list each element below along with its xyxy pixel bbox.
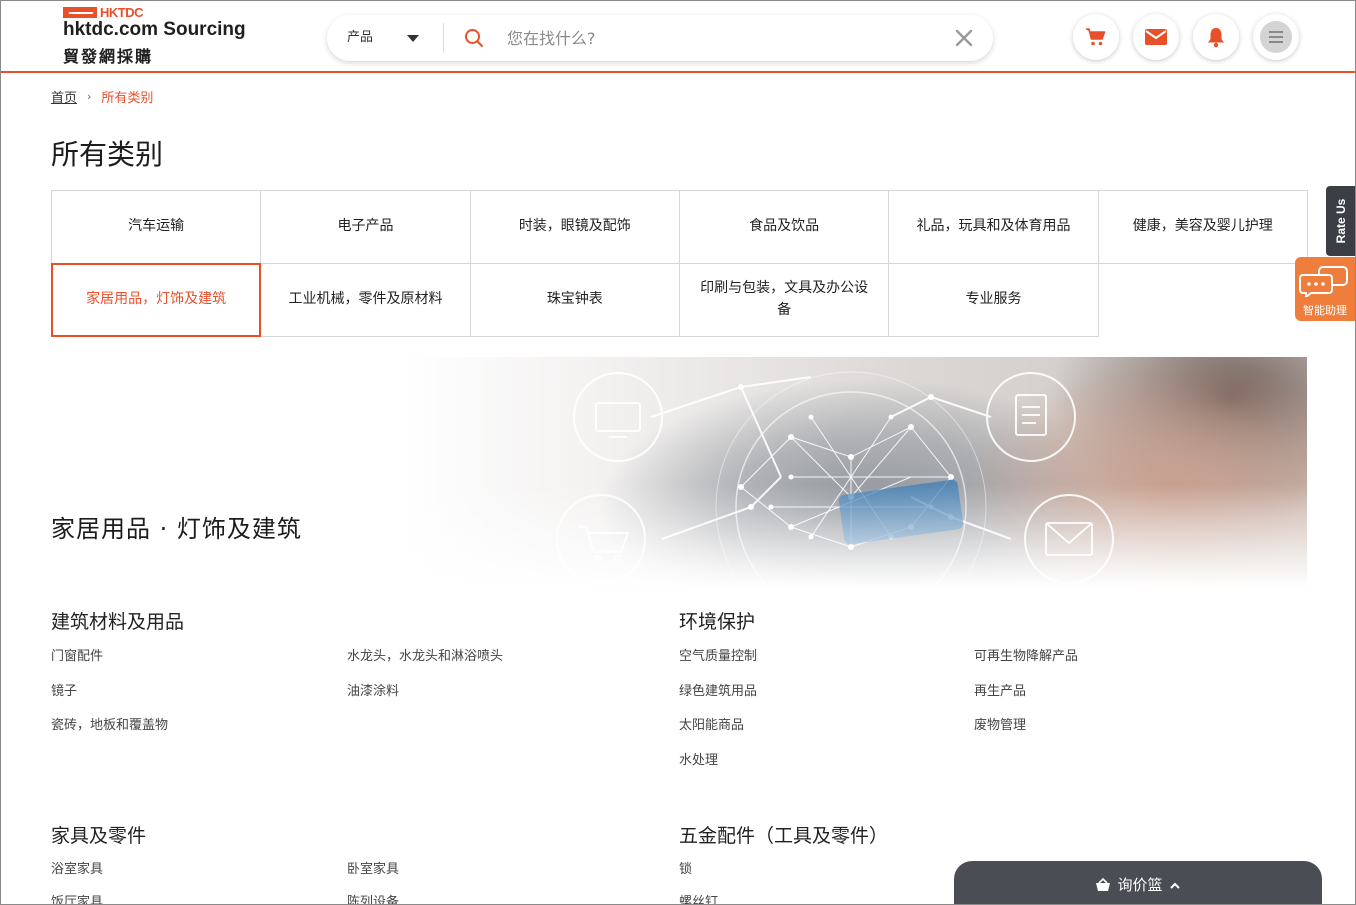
cart-icon (1086, 28, 1106, 46)
subcategory-link[interactable]: 陈列设备 (347, 891, 399, 904)
grid-empty-slot (1098, 263, 1308, 337)
subcategory-link[interactable]: 再生产品 (974, 680, 1026, 699)
subcategory-link[interactable]: 瓷砖，地板和覆盖物 (51, 714, 168, 733)
category-tile[interactable]: 汽车运输 (51, 190, 262, 264)
subcategory-link[interactable]: 卧室家具 (347, 858, 399, 877)
menu-button[interactable] (1253, 14, 1299, 60)
section-title[interactable]: 五金配件（工具及零件） (679, 821, 888, 848)
breadcrumb: 首页 › 所有类别 (51, 87, 153, 106)
banner-title: 家居用品 · 灯饰及建筑 (51, 515, 302, 543)
search-icon[interactable] (463, 27, 485, 49)
subcategory-link[interactable]: 水处理 (679, 749, 718, 768)
cart-button[interactable] (1073, 14, 1119, 60)
subcategory-link[interactable]: 废物管理 (974, 714, 1026, 733)
logo-subtitle: 貿發網採購 (63, 47, 154, 66)
breadcrumb-current: 所有类别 (101, 91, 154, 106)
close-icon[interactable] (953, 27, 975, 49)
chevron-down-icon[interactable] (407, 35, 419, 42)
rate-us-tab[interactable]: Rate Us (1326, 186, 1355, 256)
smart-assistant-button[interactable]: 智能助理 (1295, 257, 1355, 321)
category-grid: 汽车运输 电子产品 时装，眼镜及配饰 食品及饮品 礼品，玩具和及体育用品 健康，… (51, 190, 1308, 338)
inquiry-basket-label: 询价篮 (1117, 876, 1163, 894)
site-logo[interactable]: HKTDC hktdc.com Sourcing 貿發網採購 (63, 5, 263, 66)
banner-fade-overlay (51, 357, 1307, 589)
mail-icon (1145, 29, 1167, 45)
search-input[interactable] (507, 21, 927, 55)
subcategory-link[interactable]: 可再生物降解产品 (974, 645, 1078, 664)
subcategory-link[interactable]: 镜子 (51, 680, 77, 699)
category-tile[interactable]: 珠宝钟表 (469, 263, 680, 337)
subcategory-link[interactable]: 螺丝钉 (679, 891, 718, 904)
subcategory-link[interactable]: 绿色建筑用品 (679, 680, 757, 699)
site-header: HKTDC hktdc.com Sourcing 貿發網採購 产品 (1, 1, 1355, 73)
section-title[interactable]: 建筑材料及用品 (51, 607, 184, 634)
hktdc-logo-icon (63, 7, 97, 18)
subcategory-link[interactable]: 锁 (679, 858, 692, 877)
subcategory-link[interactable]: 水龙头，水龙头和淋浴喷头 (347, 645, 503, 664)
menu-icon (1260, 21, 1292, 53)
category-tile[interactable]: 礼品，玩具和及体育用品 (888, 190, 1099, 264)
subcategory-link[interactable]: 太阳能商品 (679, 714, 744, 733)
breadcrumb-home-link[interactable]: 首页 (51, 87, 77, 106)
chevron-right-icon: › (87, 90, 92, 103)
messages-button[interactable] (1133, 14, 1179, 60)
subcategory-link[interactable]: 空气质量控制 (679, 645, 757, 664)
logo-title: hktdc.com Sourcing (63, 19, 246, 40)
basket-icon (1096, 877, 1111, 891)
subcategory-link[interactable]: 门窗配件 (51, 645, 103, 664)
category-tile[interactable]: 时装，眼镜及配饰 (469, 190, 680, 264)
search-divider (443, 23, 444, 53)
search-category-select[interactable]: 产品 (347, 15, 373, 61)
section-title[interactable]: 环境保护 (679, 607, 755, 634)
category-tile[interactable]: 专业服务 (888, 263, 1099, 337)
notifications-button[interactable] (1193, 14, 1239, 60)
category-tile-active[interactable]: 家居用品，灯饰及建筑 (51, 263, 262, 337)
search-bar: 产品 (327, 15, 993, 61)
page-title: 所有类别 (51, 138, 164, 171)
subcategory-link[interactable]: 油漆涂料 (347, 680, 399, 699)
smart-assistant-label: 智能助理 (1303, 304, 1347, 317)
inquiry-basket-bar[interactable]: 询价篮 (954, 861, 1322, 904)
category-tile[interactable]: 工业机械，零件及原材料 (260, 263, 471, 337)
chevron-up-icon (1169, 882, 1180, 889)
category-banner: 家居用品 · 灯饰及建筑 (51, 357, 1307, 589)
hktdc-logo-mark: HKTDC (63, 5, 144, 20)
page-frame: HKTDC hktdc.com Sourcing 貿發網採購 产品 您在找什么?… (0, 0, 1356, 905)
category-tile[interactable]: 健康，美容及婴儿护理 (1097, 190, 1308, 264)
logo-mark-text: HKTDC (100, 5, 144, 20)
category-tile[interactable]: 印刷与包装，文具及办公设备 (678, 263, 890, 337)
rate-us-label: Rate Us (1333, 198, 1348, 244)
section-title[interactable]: 家具及零件 (51, 821, 146, 848)
chat-bubbles-icon (1299, 266, 1348, 297)
subcategory-link[interactable]: 饭厅家具 (51, 891, 103, 904)
bell-icon (1208, 28, 1224, 48)
category-tile[interactable]: 电子产品 (260, 190, 471, 264)
category-tile[interactable]: 食品及饮品 (678, 190, 890, 264)
subcategory-link[interactable]: 浴室家具 (51, 858, 103, 877)
